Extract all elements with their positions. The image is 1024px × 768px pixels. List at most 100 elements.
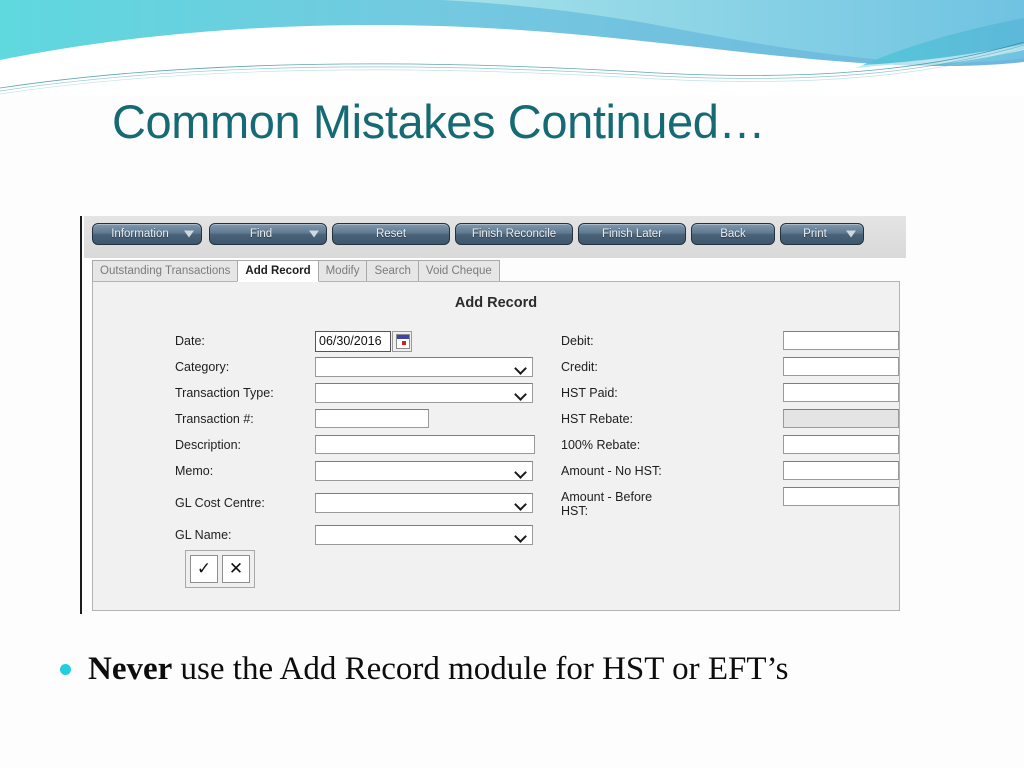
form-row: 100% Rebate: [561,435,899,460]
form-row: Transaction #: [175,409,515,434]
field-label-hst-rebate: HST Rebate: [561,412,634,426]
text-input[interactable] [315,409,429,428]
chevron-down-icon [514,498,527,511]
chevron-down-icon [514,362,527,375]
field-label-description: Description: [175,438,241,452]
form-action-buttons: ✓ ✕ [185,550,255,588]
field-label-amount-no-hst: Amount - No HST: [561,464,662,478]
toolbar-button-label: Reset [375,228,407,240]
select-box[interactable] [315,383,533,403]
input-debit[interactable] [783,331,899,350]
application-screenshot: Information Find Reset Finish Reconcile Fini… [80,216,906,614]
input-amount-no-hst[interactable] [783,461,899,480]
select-box[interactable] [315,357,533,377]
select-box[interactable] [315,461,533,481]
bullet-rest: use the Add Record module for HST or EFT… [172,651,789,687]
tab-bar: Outstanding Transactions Add Record Modify… [92,260,500,282]
form-row: Transaction Type: [175,383,533,408]
text-input[interactable] [783,383,899,402]
text-input[interactable] [783,461,899,480]
text-input[interactable] [783,331,899,350]
field-label-credit: Credit: [561,360,598,374]
input-amount-before-hst[interactable] [783,487,899,506]
field-label-memo: Memo: [175,464,214,478]
toolbar-button-label: Back [720,228,746,240]
calendar-icon [396,334,410,349]
text-input[interactable] [783,487,899,506]
toolbar-button-print[interactable]: Print [780,223,864,245]
toolbar-button-label: Print [803,228,827,240]
field-label-gl-name: GL Name: [175,528,232,542]
select-gl-cost-centre[interactable] [315,493,533,513]
input-transaction[interactable] [315,409,429,428]
toolbar-button-information[interactable]: Information [92,223,202,245]
date-input[interactable]: 06/30/2016 [315,331,391,352]
form-row: Credit: [561,357,899,382]
input-description[interactable] [315,435,535,454]
form-row: HST Rebate: [561,409,899,434]
form-row: Description: [175,435,535,460]
form-row: Memo: [175,461,533,486]
app-toolbar: Information Find Reset Finish Reconcile Fini… [84,216,906,258]
text-input [783,409,899,428]
form-column-right: Debit: Credit: HST Paid: HST Rebate: 100% Re… [561,331,899,528]
toolbar-button-label: Find [249,228,273,240]
select-category[interactable] [315,357,533,377]
field-label-transaction: Transaction #: [175,412,254,426]
select-box[interactable] [315,525,533,545]
select-box[interactable] [315,493,533,513]
toolbar-button-reset[interactable]: Reset [332,223,450,245]
form-row: Amount - No HST: [561,461,899,486]
toolbar-button-label: Finish Reconcile [471,228,557,240]
cancel-button[interactable]: ✕ [222,555,250,583]
select-memo[interactable] [315,461,533,481]
text-input[interactable] [783,357,899,376]
chevron-down-icon [514,466,527,479]
toolbar-button-find[interactable]: Find [209,223,327,245]
slide-canvas: Common Mistakes Continued… Information Fi… [0,0,1024,768]
field-label-amount-before-hst: Amount - Before HST: [561,490,653,518]
tab-search[interactable]: Search [366,260,419,282]
tab-outstanding-transactions[interactable]: Outstanding Transactions [92,260,239,282]
form-row: HST Paid: [561,383,899,408]
form-row: Debit: [561,331,899,356]
chevron-down-icon [184,230,194,238]
text-input[interactable] [783,435,899,454]
input-hst-rebate[interactable] [783,409,899,428]
tab-modify[interactable]: Modify [317,260,368,282]
add-record-panel: Add Record Date: 06/30/2016 Category: Trans… [92,281,900,611]
confirm-button[interactable]: ✓ [190,555,218,583]
toolbar-button-finish-later[interactable]: Finish Later [578,223,686,245]
chevron-down-icon [309,230,319,238]
chevron-down-icon [846,230,856,238]
bullet-emphasis: Never [88,651,173,687]
select-gl-name[interactable] [315,525,533,545]
field-label-category: Category: [175,360,230,374]
chevron-down-icon [514,388,527,401]
date-picker-button[interactable] [392,331,412,352]
toolbar-button-label: Information [111,228,169,240]
field-label-transaction-type: Transaction Type: [175,386,274,400]
form-heading: Add Record [454,295,538,311]
select-transaction-type[interactable] [315,383,533,403]
tab-add-record[interactable]: Add Record [237,260,319,282]
bullet-text: Never use the Add Record module for HST … [88,645,789,693]
form-row: GL Name: [175,525,533,550]
text-input[interactable] [315,435,535,454]
input-credit[interactable] [783,357,899,376]
field-label-date: Date: [175,334,205,348]
form-row: GL Cost Centre: [175,493,533,518]
form-column-left: Date: 06/30/2016 Category: Transaction Type… [175,331,535,551]
toolbar-button-back[interactable]: Back [691,223,775,245]
input-hst-paid[interactable] [783,383,899,402]
wave-header-graphic [0,0,1024,96]
bullet-line: Never use the Add Record module for HST … [60,645,980,695]
bullet-dot-icon [60,664,71,675]
screenshot-left-border [80,216,82,614]
toolbar-button-finish-reconcile[interactable]: Finish Reconcile [455,223,573,245]
input-100-rebate[interactable] [783,435,899,454]
field-label-gl-cost-centre: GL Cost Centre: [175,496,265,510]
tab-void-cheque[interactable]: Void Cheque [417,260,500,282]
field-label-100-rebate: 100% Rebate: [561,438,641,452]
toolbar-button-label: Finish Later [601,228,663,240]
